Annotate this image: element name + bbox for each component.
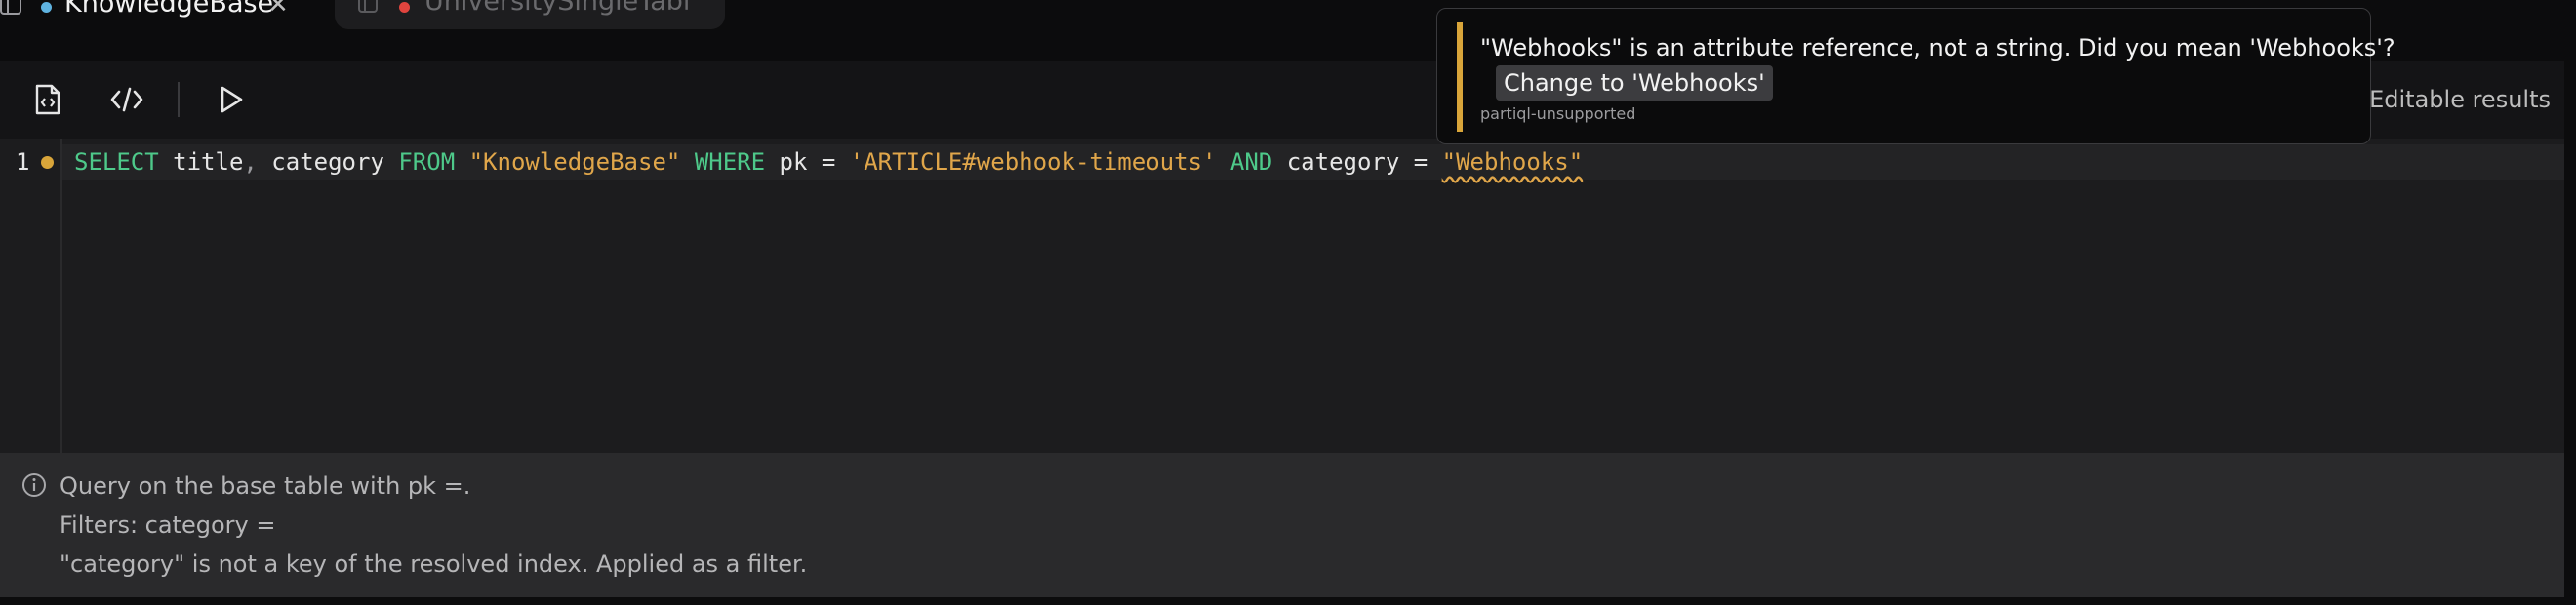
info-icon [22, 473, 46, 497]
query-plan-info: Query on the base table with pk =. Filte… [0, 453, 2564, 597]
code-line[interactable]: SELECT title, category FROM "KnowledgeBa… [74, 144, 1583, 180]
toolbar-divider [178, 82, 180, 117]
gutter-divider [60, 139, 62, 453]
code-token: category = [1272, 148, 1442, 176]
code-token: FROM [398, 148, 456, 176]
table-icon [358, 0, 378, 13]
code-editor[interactable]: 1 SELECT title, category FROM "Knowledge… [0, 139, 2564, 453]
diagnostic-tooltip: "Webhooks" is an attribute reference, no… [1436, 8, 2395, 144]
table-icon [0, 0, 21, 15]
format-document-button[interactable] [30, 82, 65, 117]
code-token: pk = [765, 148, 850, 176]
info-line: Query on the base table with pk =. [60, 472, 471, 500]
run-query-button[interactable] [213, 82, 248, 117]
tab-title: UniversitySingleTabl [424, 0, 691, 17]
file-code-icon [35, 84, 60, 115]
code-token: "KnowledgeBase" [468, 148, 681, 176]
code-token: WHERE [694, 148, 766, 176]
tab-status-dot [41, 2, 52, 13]
code-token: title [158, 148, 244, 176]
code-token: , [243, 148, 258, 176]
tab-status-dot [399, 2, 410, 13]
warning-marker-icon[interactable] [41, 156, 54, 169]
line-number: 1 [16, 148, 30, 176]
tab-universitysingletable[interactable]: UniversitySingleTabl [335, 0, 725, 29]
code-token: SELECT [74, 148, 159, 176]
code-token: category [257, 148, 399, 176]
code-view-button[interactable] [109, 82, 144, 117]
tab-title: KnowledgeBase [64, 0, 274, 19]
code-token: 'ARTICLE#webhook-timeouts' [849, 148, 1217, 176]
warning-accent-bar [1457, 22, 1463, 132]
close-icon[interactable]: ✕ [267, 0, 289, 20]
code-icon [110, 87, 143, 112]
diagnostic-code: partiql-unsupported [1480, 104, 1636, 123]
code-token: AND [1229, 148, 1273, 176]
diagnostic-message: "Webhooks" is an attribute reference, no… [1480, 34, 2395, 61]
info-line: "category" is not a key of the resolved … [60, 550, 808, 578]
run-icon [221, 86, 243, 113]
info-line: Filters: category = [60, 511, 276, 539]
quick-fix-button[interactable]: Change to 'Webhooks' [1496, 65, 1773, 101]
editable-results-label[interactable]: Editable results [2369, 86, 2551, 113]
code-token: "Webhooks" [1441, 148, 1584, 176]
